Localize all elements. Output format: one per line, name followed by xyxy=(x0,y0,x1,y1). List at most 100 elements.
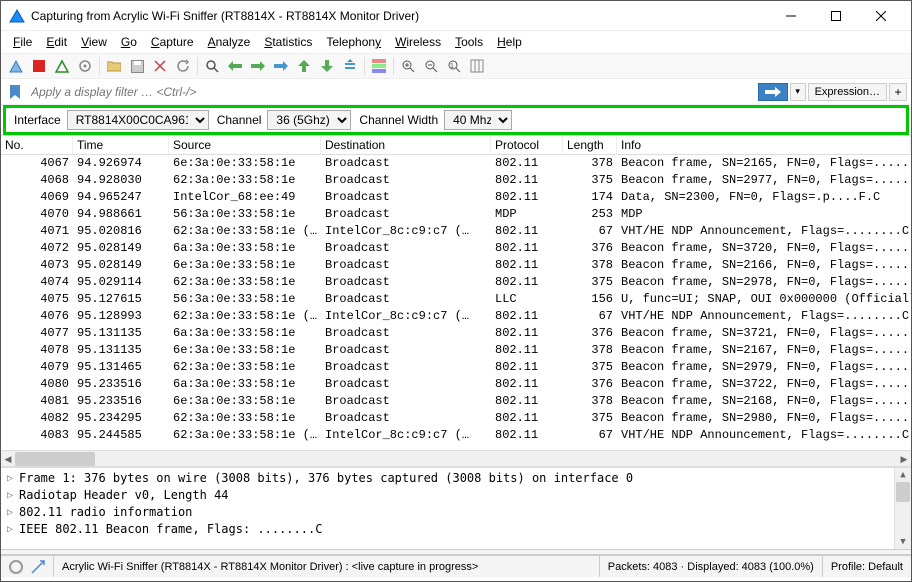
status-profile[interactable]: Profile: Default xyxy=(823,556,911,577)
status-capture-icon[interactable] xyxy=(1,556,29,577)
scroll-right-icon[interactable]: ▶ xyxy=(897,451,911,467)
add-filter-button[interactable]: + xyxy=(889,83,907,101)
filter-bar: ▾ Expression… + xyxy=(1,79,911,105)
start-capture-icon[interactable] xyxy=(5,55,27,77)
toolbar: 1 xyxy=(1,53,911,79)
packet-row[interactable]: 406994.965247IntelCor_68:ee:49Broadcast8… xyxy=(1,189,911,206)
col-time[interactable]: Time xyxy=(73,136,169,154)
packet-row[interactable]: 407094.98866156:3a:0e:33:58:1eBroadcastM… xyxy=(1,206,911,223)
packet-row[interactable]: 408295.23429562:3a:0e:33:58:1eBroadcast8… xyxy=(1,410,911,427)
expand-icon[interactable]: ▷ xyxy=(7,470,19,487)
packet-row[interactable]: 407295.0281496a:3a:0e:33:58:1eBroadcast8… xyxy=(1,240,911,257)
col-length[interactable]: Length xyxy=(563,136,617,154)
filter-history-dropdown[interactable]: ▾ xyxy=(790,83,806,101)
col-no[interactable]: No. xyxy=(1,136,73,154)
apply-filter-button[interactable] xyxy=(758,83,788,101)
packet-list-header: No. Time Source Destination Protocol Len… xyxy=(1,135,911,155)
col-protocol[interactable]: Protocol xyxy=(491,136,563,154)
packet-row[interactable]: 408095.2335166a:3a:0e:33:58:1eBroadcast8… xyxy=(1,376,911,393)
open-file-icon[interactable] xyxy=(103,55,125,77)
menu-edit[interactable]: Edit xyxy=(40,33,73,51)
minimize-button[interactable] xyxy=(768,2,813,30)
close-button[interactable] xyxy=(858,2,903,30)
menu-file[interactable]: File xyxy=(7,33,38,51)
scroll-up-icon[interactable]: ▲ xyxy=(895,468,911,482)
menu-tools[interactable]: Tools xyxy=(449,33,489,51)
packet-row[interactable]: 406894.92803062:3a:0e:33:58:1eBroadcast8… xyxy=(1,172,911,189)
maximize-button[interactable] xyxy=(813,2,858,30)
detail-row[interactable]: ▷Frame 1: 376 bytes on wire (3008 bits),… xyxy=(1,470,911,487)
auto-scroll-icon[interactable] xyxy=(339,55,361,77)
channel-width-label: Channel Width xyxy=(359,113,438,127)
zoom-out-icon[interactable] xyxy=(420,55,442,77)
packet-row[interactable]: 407395.0281496e:3a:0e:33:58:1eBroadcast8… xyxy=(1,257,911,274)
interface-label: Interface xyxy=(14,113,61,127)
packet-list[interactable]: 406794.9269746e:3a:0e:33:58:1eBroadcast8… xyxy=(1,155,911,450)
interface-toolbar: Interface RT8814X00C0CA961BF5 Channel 36… xyxy=(3,105,909,135)
zoom-in-icon[interactable] xyxy=(397,55,419,77)
packet-row[interactable]: 408395.24458562:3a:0e:33:58:1e (…IntelCo… xyxy=(1,427,911,444)
scroll-down-icon[interactable]: ▼ xyxy=(895,535,911,549)
packet-row[interactable]: 407895.1311356e:3a:0e:33:58:1eBroadcast8… xyxy=(1,342,911,359)
menu-help[interactable]: Help xyxy=(491,33,528,51)
packet-list-hscroll[interactable]: ◀ ▶ xyxy=(1,450,911,467)
status-packets: Packets: 4083 · Displayed: 4083 (100.0%) xyxy=(600,556,823,577)
find-packet-icon[interactable] xyxy=(201,55,223,77)
stop-capture-icon[interactable] xyxy=(28,55,50,77)
expand-icon[interactable]: ▷ xyxy=(7,521,19,538)
capture-options-icon[interactable] xyxy=(74,55,96,77)
menu-go[interactable]: Go xyxy=(115,33,143,51)
go-last-icon[interactable] xyxy=(316,55,338,77)
packet-details[interactable]: ▷Frame 1: 376 bytes on wire (3008 bits),… xyxy=(1,467,911,549)
scroll-thumb[interactable] xyxy=(15,452,95,466)
menu-statistics[interactable]: Statistics xyxy=(258,33,318,51)
close-file-icon[interactable] xyxy=(149,55,171,77)
details-vscroll[interactable]: ▲ ▼ xyxy=(894,468,911,549)
packet-row[interactable]: 407495.02911462:3a:0e:33:58:1eBroadcast8… xyxy=(1,274,911,291)
packet-row[interactable]: 407795.1311356a:3a:0e:33:58:1eBroadcast8… xyxy=(1,325,911,342)
packet-row[interactable]: 408195.2335166e:3a:0e:33:58:1eBroadcast8… xyxy=(1,393,911,410)
status-main: Acrylic Wi-Fi Sniffer (RT8814X - RT8814X… xyxy=(54,556,600,577)
restart-capture-icon[interactable] xyxy=(51,55,73,77)
channel-select[interactable]: 36 (5Ghz) xyxy=(267,110,351,130)
channel-width-select[interactable]: 40 Mhz xyxy=(444,110,512,130)
detail-row[interactable]: ▷Radiotap Header v0, Length 44 xyxy=(1,487,911,504)
go-first-icon[interactable] xyxy=(293,55,315,77)
app-icon xyxy=(9,8,25,24)
filter-bookmark-icon[interactable] xyxy=(5,82,25,102)
zoom-reset-icon[interactable]: 1 xyxy=(443,55,465,77)
resize-columns-icon[interactable] xyxy=(466,55,488,77)
statusbar: Acrylic Wi-Fi Sniffer (RT8814X - RT8814X… xyxy=(1,555,911,577)
scroll-thumb[interactable] xyxy=(896,482,910,502)
packet-row[interactable]: 407595.12761556:3a:0e:33:58:1eBroadcastL… xyxy=(1,291,911,308)
menu-view[interactable]: View xyxy=(75,33,113,51)
col-info[interactable]: Info xyxy=(617,136,911,154)
display-filter-input[interactable] xyxy=(27,82,756,102)
menu-telephony[interactable]: Telephony xyxy=(320,33,387,51)
packet-row[interactable]: 407995.13146562:3a:0e:33:58:1eBroadcast8… xyxy=(1,359,911,376)
detail-row[interactable]: ▷802.11 radio information xyxy=(1,504,911,521)
menu-capture[interactable]: Capture xyxy=(145,33,200,51)
go-back-icon[interactable] xyxy=(224,55,246,77)
expression-button[interactable]: Expression… xyxy=(808,83,887,101)
expand-icon[interactable]: ▷ xyxy=(7,487,19,504)
go-to-packet-icon[interactable] xyxy=(270,55,292,77)
menu-wireless[interactable]: Wireless xyxy=(389,33,447,51)
save-file-icon[interactable] xyxy=(126,55,148,77)
reload-icon[interactable] xyxy=(172,55,194,77)
col-destination[interactable]: Destination xyxy=(321,136,491,154)
window-title: Capturing from Acrylic Wi-Fi Sniffer (RT… xyxy=(31,9,768,23)
packet-row[interactable]: 406794.9269746e:3a:0e:33:58:1eBroadcast8… xyxy=(1,155,911,172)
packet-row[interactable]: 407195.02081662:3a:0e:33:58:1e (…IntelCo… xyxy=(1,223,911,240)
col-source[interactable]: Source xyxy=(169,136,321,154)
interface-select[interactable]: RT8814X00C0CA961BF5 xyxy=(67,110,209,130)
scroll-left-icon[interactable]: ◀ xyxy=(1,451,15,467)
expand-icon[interactable]: ▷ xyxy=(7,504,19,521)
colorize-icon[interactable] xyxy=(368,55,390,77)
detail-row[interactable]: ▷IEEE 802.11 Beacon frame, Flags: ......… xyxy=(1,521,911,538)
packet-row[interactable]: 407695.12899362:3a:0e:33:58:1e (…IntelCo… xyxy=(1,308,911,325)
go-forward-icon[interactable] xyxy=(247,55,269,77)
titlebar: Capturing from Acrylic Wi-Fi Sniffer (RT… xyxy=(1,1,911,31)
status-expert-icon[interactable] xyxy=(29,556,54,577)
menu-analyze[interactable]: Analyze xyxy=(202,33,257,51)
